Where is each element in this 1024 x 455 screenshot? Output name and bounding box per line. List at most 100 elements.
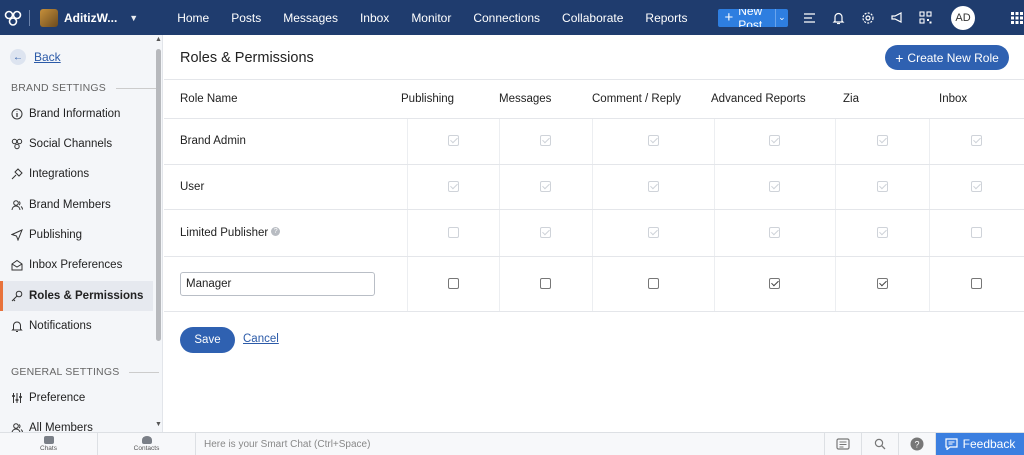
list-icon[interactable] (802, 10, 817, 25)
permission-cell (498, 164, 592, 210)
main-content: Roles & Permissions + Create New Role Ro… (164, 35, 1024, 432)
cancel-link[interactable]: Cancel (243, 333, 279, 345)
permission-checkbox (447, 180, 459, 192)
main-nav: Home Posts Messages Inbox Monitor Connec… (166, 0, 698, 35)
gear-icon[interactable] (860, 10, 875, 25)
permission-cell (498, 209, 592, 257)
feedback-label: Feedback (962, 437, 1016, 451)
nav-messages[interactable]: Messages (272, 0, 349, 35)
permission-cell (834, 118, 929, 165)
permission-cell (713, 118, 835, 165)
permission-cell (591, 118, 714, 165)
sidebar-item-label: Notifications (29, 320, 92, 332)
help-icon[interactable]: ? (271, 226, 281, 236)
divider (115, 87, 156, 89)
role-name-input[interactable] (180, 271, 375, 296)
permission-cell (498, 118, 592, 165)
sidebar-item-integrations[interactable]: Integrations (0, 159, 153, 189)
permission-cell (406, 256, 499, 312)
zia-checkbox[interactable] (876, 277, 888, 289)
sidebar-item-label: Inbox Preferences (29, 259, 123, 271)
sidebar-scroll-thumb[interactable] (156, 49, 161, 341)
permission-checkbox (540, 226, 551, 238)
users-icon (11, 199, 23, 211)
top-navbar: AditizW... ▼ Home Posts Messages Inbox M… (0, 0, 1024, 35)
scroll-up-arrow-icon[interactable]: ▲ (155, 36, 162, 43)
brand-switcher[interactable]: AditizW... ▼ (36, 6, 146, 30)
new-post-button[interactable]: + New Post ⌄ (718, 8, 788, 27)
permission-checkbox (971, 180, 983, 192)
chats-tab[interactable]: Chats (0, 433, 98, 455)
nav-monitor[interactable]: Monitor (400, 0, 462, 35)
bell-icon[interactable] (831, 10, 846, 25)
sidebar-item-roles-permissions[interactable]: Roles & Permissions (0, 281, 153, 311)
nav-inbox[interactable]: Inbox (349, 0, 400, 35)
inbox-checkbox[interactable] (971, 277, 983, 289)
sidebar-item-label: Roles & Permissions (29, 290, 144, 302)
permission-checkbox (876, 135, 888, 147)
sidebar-item-brand-members[interactable]: Brand Members (0, 190, 153, 220)
smart-chat-input[interactable]: Here is your Smart Chat (Ctrl+Space) (196, 433, 825, 455)
nav-collaborate[interactable]: Collaborate (551, 0, 634, 35)
messages-checkbox[interactable] (540, 277, 551, 289)
sidebar-item-publishing[interactable]: Publishing (0, 220, 153, 250)
permission-checkbox (647, 135, 659, 147)
app-logo-icon[interactable] (0, 0, 25, 35)
permission-checkbox (540, 135, 551, 147)
scroll-down-arrow-icon[interactable]: ▼ (155, 421, 162, 428)
sidebar-item-social-channels[interactable]: Social Channels (0, 129, 153, 159)
permission-checkbox (540, 180, 551, 192)
search-icon[interactable] (862, 433, 899, 455)
role-name: Limited Publisher? (164, 209, 407, 257)
advanced-reports-checkbox[interactable] (769, 277, 780, 289)
nav-posts[interactable]: Posts (220, 0, 272, 35)
chat-bubble-icon (43, 436, 54, 444)
general-settings-heading: GENERAL SETTINGS (11, 366, 160, 378)
general-settings-title: GENERAL SETTINGS (11, 366, 120, 378)
contacts-tab[interactable]: Contacts (98, 433, 196, 455)
nav-connections[interactable]: Connections (462, 0, 551, 35)
column-header: Advanced Reports (711, 80, 835, 119)
feedback-button[interactable]: Feedback (936, 433, 1024, 455)
nav-home[interactable]: Home (166, 0, 220, 35)
user-avatar[interactable]: AD (951, 5, 975, 30)
column-header: Messages (499, 80, 592, 119)
sidebar-item-all-members[interactable]: All Members (0, 413, 153, 432)
sidebar-item-brand-information[interactable]: Brand Information (0, 99, 153, 129)
new-post-dropdown[interactable]: ⌄ (774, 8, 788, 27)
permission-cell (928, 164, 1024, 210)
comment-reply-checkbox[interactable] (647, 277, 659, 289)
table-row: User (164, 164, 1024, 210)
sidebar-item-label: Brand Information (29, 108, 121, 120)
save-button[interactable]: Save (180, 327, 235, 353)
role-name-label: Limited Publisher (180, 226, 269, 239)
permission-cell (591, 256, 714, 312)
sidebar-item-notifications[interactable]: Notifications (0, 311, 153, 341)
social-channels-icon (11, 138, 23, 150)
permission-cell (406, 209, 499, 257)
permission-checkbox (647, 226, 659, 238)
nav-separator (29, 9, 30, 26)
permission-checkbox (971, 135, 983, 147)
sidebar-item-label: Preference (29, 392, 86, 404)
news-icon[interactable] (825, 433, 862, 455)
create-new-role-button[interactable]: + Create New Role (885, 45, 1009, 70)
permission-checkbox (876, 226, 888, 238)
megaphone-icon[interactable] (889, 10, 904, 25)
send-icon (11, 229, 23, 241)
permission-cell (928, 118, 1024, 165)
sliders-icon (11, 392, 23, 404)
sidebar-item-preference[interactable]: Preference (0, 383, 153, 413)
qr-icon[interactable] (918, 10, 933, 25)
table-header-row: Role Name Publishing Messages Comment / … (164, 80, 1024, 119)
role-name-label: Brand Admin (180, 135, 246, 147)
sidebar-item-inbox-preferences[interactable]: Inbox Preferences (0, 250, 153, 280)
back-link[interactable]: ← Back (10, 49, 61, 65)
new-post-main[interactable]: + New Post (718, 9, 774, 27)
permission-cell (713, 209, 835, 257)
publishing-checkbox[interactable] (447, 277, 459, 289)
apps-grid-icon[interactable] (1009, 10, 1024, 25)
help-icon[interactable]: ? (899, 433, 936, 455)
permission-cell (591, 209, 714, 257)
nav-reports[interactable]: Reports (634, 0, 698, 35)
